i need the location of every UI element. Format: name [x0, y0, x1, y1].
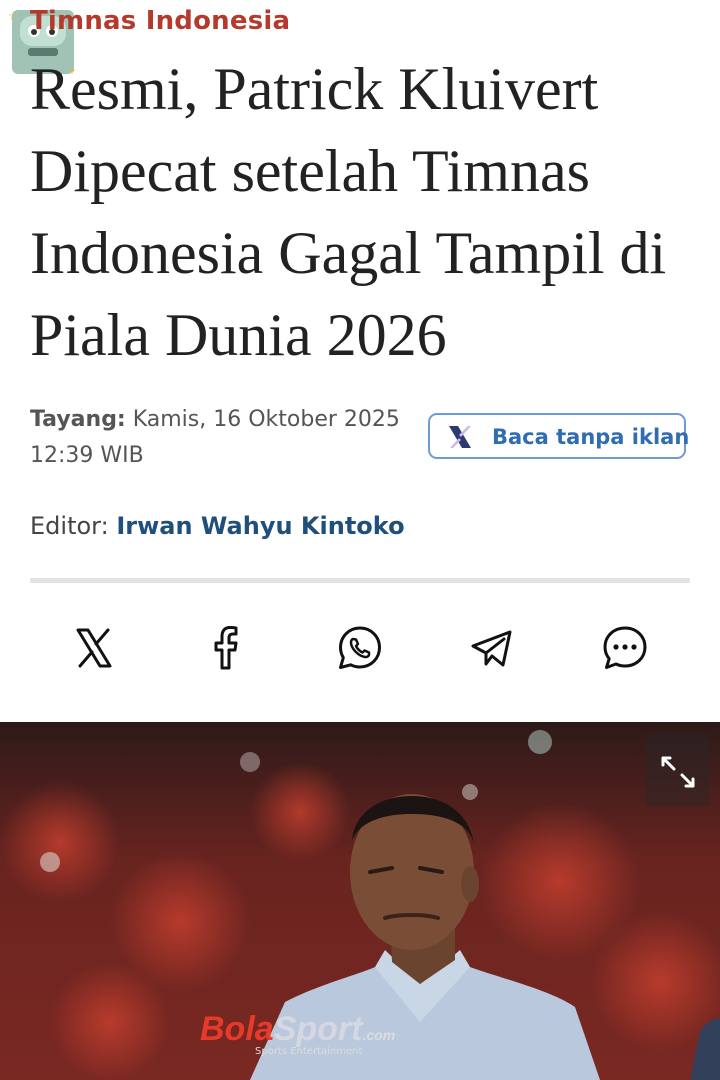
watermark-suffix: .com [362, 1027, 396, 1043]
article-headline: Resmi, Patrick Kluivert Dipecat setelah … [30, 56, 667, 368]
svg-text:☆: ☆ [8, 9, 19, 23]
expand-button[interactable] [646, 734, 710, 806]
divider [30, 578, 690, 583]
watermark-brand-2: Sport [273, 1010, 363, 1048]
whatsapp-icon[interactable] [336, 624, 384, 672]
publish-time: 12:39 WIB [30, 443, 144, 468]
editor-name[interactable]: Irwan Wahyu Kintoko [116, 512, 404, 540]
watermark-subtitle: Sports Entertainment [255, 1046, 363, 1057]
x-icon[interactable] [70, 624, 118, 672]
publish-info: Tayang: Kamis, 16 Oktober 2025 12:39 WIB [30, 402, 400, 474]
category-label[interactable]: Timnas Indonesia [30, 6, 290, 36]
publish-date: Kamis, 16 Oktober 2025 [132, 407, 400, 432]
x-logo-icon [449, 426, 471, 448]
photo-watermark: BolaSport.com [200, 1010, 395, 1049]
read-without-ads-label: Baca tanpa iklan [492, 425, 690, 449]
watermark-brand: Bola [200, 1010, 274, 1048]
editor-label: Editor: [30, 512, 109, 540]
expand-icon [661, 756, 695, 788]
editor-info: Editor: Irwan Wahyu Kintoko [30, 512, 405, 540]
read-without-ads-button[interactable]: Baca tanpa iklan [428, 413, 690, 459]
publish-label: Tayang: [30, 407, 126, 432]
chat-icon[interactable] [601, 624, 649, 672]
facebook-icon[interactable] [202, 624, 250, 672]
telegram-icon[interactable] [468, 624, 516, 672]
